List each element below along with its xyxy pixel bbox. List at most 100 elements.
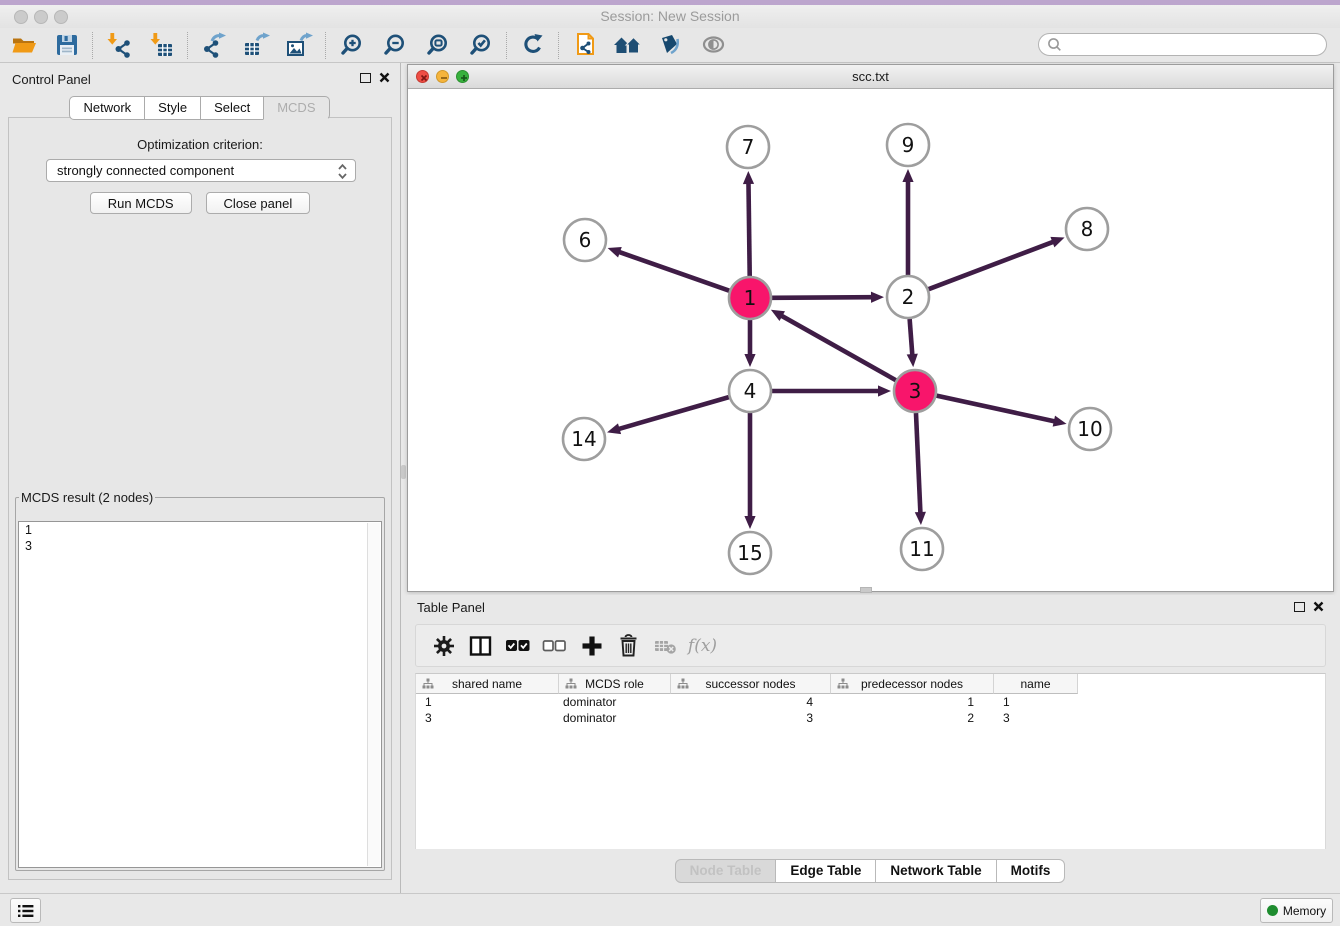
column-header-name[interactable]: name [994, 674, 1078, 694]
import-table-button[interactable] [140, 30, 183, 61]
node-11[interactable]: 11 [901, 528, 943, 570]
export-image-button[interactable] [278, 30, 321, 61]
deselect-all-button[interactable] [536, 629, 573, 663]
split-columns-icon [469, 635, 492, 657]
tab-motifs[interactable]: Motifs [996, 859, 1066, 883]
apply-function-button[interactable]: f(x) [684, 629, 721, 663]
edge-4-14[interactable] [618, 397, 729, 429]
table-settings-button[interactable] [425, 629, 462, 663]
edge-3-10[interactable] [936, 396, 1055, 422]
edge-1-6[interactable] [618, 252, 729, 291]
result-scrollbar[interactable] [367, 523, 380, 866]
table-row[interactable]: 1dominator411 [416, 694, 1325, 710]
tab-mcds[interactable]: MCDS [263, 96, 329, 120]
table-cell[interactable]: 3 [994, 710, 1078, 726]
export-table-button[interactable] [235, 30, 278, 61]
table-cell[interactable]: 1 [831, 694, 994, 710]
close-panel-button[interactable]: Close panel [206, 192, 311, 214]
node-9[interactable]: 9 [887, 124, 929, 166]
delete-row-button[interactable] [610, 629, 647, 663]
mcds-result-text[interactable]: 13 [18, 521, 382, 868]
column-header-shared-name[interactable]: shared name [416, 674, 559, 694]
export-network-icon [200, 32, 227, 58]
node-7[interactable]: 7 [727, 126, 769, 168]
toolbar-separator [325, 32, 326, 59]
network-canvas[interactable]: 7 9 6 8 1 2 4 3 14 10 15 11 [408, 89, 1333, 591]
edge-1-7[interactable] [748, 182, 749, 276]
label-tag-icon [658, 32, 684, 58]
control-panel-title: Control Panel [12, 72, 91, 87]
table-cell[interactable]: 3 [416, 710, 559, 726]
import-network-button[interactable] [97, 30, 140, 61]
node-label: 9 [902, 133, 915, 157]
show-hide-panel-button[interactable] [692, 30, 735, 61]
network-from-document-button[interactable] [563, 30, 606, 61]
table-cell[interactable]: 3 [671, 710, 831, 726]
delete-table-button[interactable] [647, 629, 684, 663]
node-14[interactable]: 14 [563, 418, 605, 460]
table-cell[interactable]: dominator [559, 694, 671, 710]
tab-style[interactable]: Style [144, 96, 201, 120]
panel-splitter-handle[interactable] [401, 465, 406, 479]
tab-network[interactable]: Network [69, 96, 145, 120]
export-network-button[interactable] [192, 30, 235, 61]
gear-icon [433, 635, 455, 657]
table-cell[interactable]: 2 [831, 710, 994, 726]
node-10[interactable]: 10 [1069, 408, 1111, 450]
network-window-titlebar[interactable]: scc.txt [408, 65, 1333, 89]
zoom-fit-button[interactable] [416, 30, 459, 61]
toggle-columns-button[interactable] [462, 629, 499, 663]
node-2[interactable]: 2 [887, 276, 929, 318]
hierarchy-icon [565, 678, 577, 689]
graphics-details-button[interactable] [649, 30, 692, 61]
float-panel-icon[interactable] [360, 73, 371, 83]
criterion-select[interactable]: strongly connected component [46, 159, 356, 182]
column-header-successor-nodes[interactable]: successor nodes [671, 674, 831, 694]
vertical-splitter-handle[interactable] [860, 587, 872, 593]
add-row-button[interactable] [573, 629, 610, 663]
table-row[interactable]: 3dominator323 [416, 710, 1325, 726]
node-6[interactable]: 6 [564, 219, 606, 261]
table-cell[interactable]: 4 [671, 694, 831, 710]
table-cell[interactable]: 1 [416, 694, 559, 710]
search-box[interactable] [1038, 33, 1327, 56]
import-table-icon [148, 32, 175, 58]
open-session-button[interactable] [2, 30, 45, 61]
node-4[interactable]: 4 [729, 370, 771, 412]
column-header-predecessor-nodes[interactable]: predecessor nodes [831, 674, 994, 694]
zoom-in-button[interactable] [330, 30, 373, 61]
delete-table-icon [654, 637, 677, 655]
zoom-out-button[interactable] [373, 30, 416, 61]
select-all-button[interactable] [499, 629, 536, 663]
table-cell[interactable]: 1 [994, 694, 1078, 710]
tab-network-table[interactable]: Network Table [875, 859, 996, 883]
edge-arrowhead [878, 385, 891, 396]
node-8[interactable]: 8 [1066, 208, 1108, 250]
node-1[interactable]: 1 [729, 277, 771, 319]
float-table-panel-icon[interactable] [1294, 602, 1305, 612]
node-3[interactable]: 3 [894, 370, 936, 412]
table-cell[interactable]: dominator [559, 710, 671, 726]
tab-node-table[interactable]: Node Table [675, 859, 777, 883]
zoom-selected-button[interactable] [459, 30, 502, 61]
tab-edge-table[interactable]: Edge Table [775, 859, 876, 883]
column-header-MCDS-role[interactable]: MCDS role [559, 674, 671, 694]
edge-arrowhead [607, 423, 621, 434]
edge-2-3[interactable] [910, 319, 913, 356]
save-session-button[interactable] [45, 30, 88, 61]
tab-select[interactable]: Select [200, 96, 264, 120]
edge-2-8[interactable] [929, 241, 1055, 289]
task-history-button[interactable] [10, 898, 41, 923]
memory-button[interactable]: Memory [1260, 898, 1333, 923]
edge-3-11[interactable] [916, 413, 920, 514]
refresh-view-button[interactable] [511, 30, 554, 61]
edge-1-2[interactable] [772, 297, 873, 298]
close-panel-icon[interactable] [379, 72, 390, 83]
node-15[interactable]: 15 [729, 532, 771, 574]
home-button[interactable] [606, 30, 649, 61]
search-input[interactable] [1063, 36, 1326, 54]
run-mcds-button[interactable]: Run MCDS [90, 192, 192, 214]
node-label: 1 [744, 286, 757, 310]
close-table-panel-icon[interactable] [1313, 601, 1324, 612]
edge-3-1[interactable] [780, 315, 895, 380]
